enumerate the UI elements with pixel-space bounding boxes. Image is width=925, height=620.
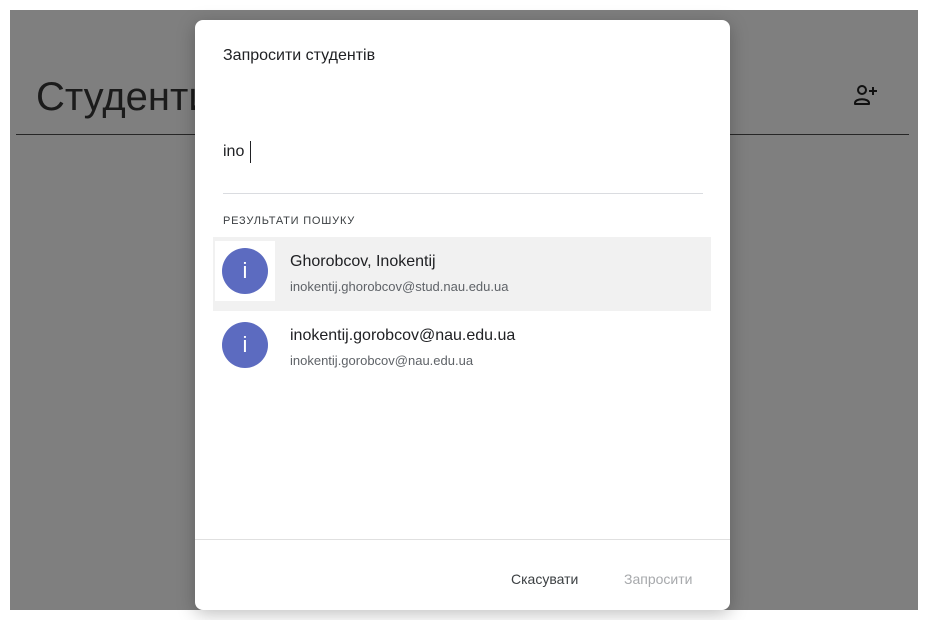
- search-result-item[interactable]: i Ghorobcov, Inokentij inokentij.ghorobc…: [213, 237, 711, 311]
- avatar-container: i: [215, 315, 275, 375]
- cancel-button[interactable]: Скасувати: [511, 569, 578, 589]
- result-email: inokentij.ghorobcov@stud.nau.edu.ua: [290, 279, 509, 294]
- student-search-input[interactable]: [223, 140, 593, 164]
- invite-students-dialog: Запросити студентів РЕЗУЛЬТАТИ ПОШУКУ i …: [195, 20, 730, 610]
- dialog-footer-divider: [195, 539, 730, 540]
- search-underline: [223, 193, 703, 194]
- result-email: inokentij.gorobcov@nau.edu.ua: [290, 353, 474, 368]
- avatar: i: [222, 248, 268, 294]
- result-name: inokentij.gorobcov@nau.edu.ua: [290, 327, 516, 344]
- dialog-title: Запросити студентів: [223, 47, 376, 64]
- search-results-list: i Ghorobcov, Inokentij inokentij.ghorobc…: [213, 237, 711, 385]
- search-result-item[interactable]: i inokentij.gorobcov@nau.edu.ua inokenti…: [213, 311, 711, 385]
- search-results-heading: РЕЗУЛЬТАТИ ПОШУКУ: [223, 215, 356, 227]
- result-name: Ghorobcov, Inokentij: [290, 253, 436, 270]
- person-add-icon[interactable]: [849, 78, 883, 112]
- person-add-icon-graphic: [854, 85, 877, 105]
- avatar-container: i: [215, 241, 275, 301]
- invite-button[interactable]: Запросити: [624, 569, 692, 589]
- avatar: i: [222, 322, 268, 368]
- page-title: Студенти: [36, 75, 211, 119]
- text-cursor: [250, 141, 251, 163]
